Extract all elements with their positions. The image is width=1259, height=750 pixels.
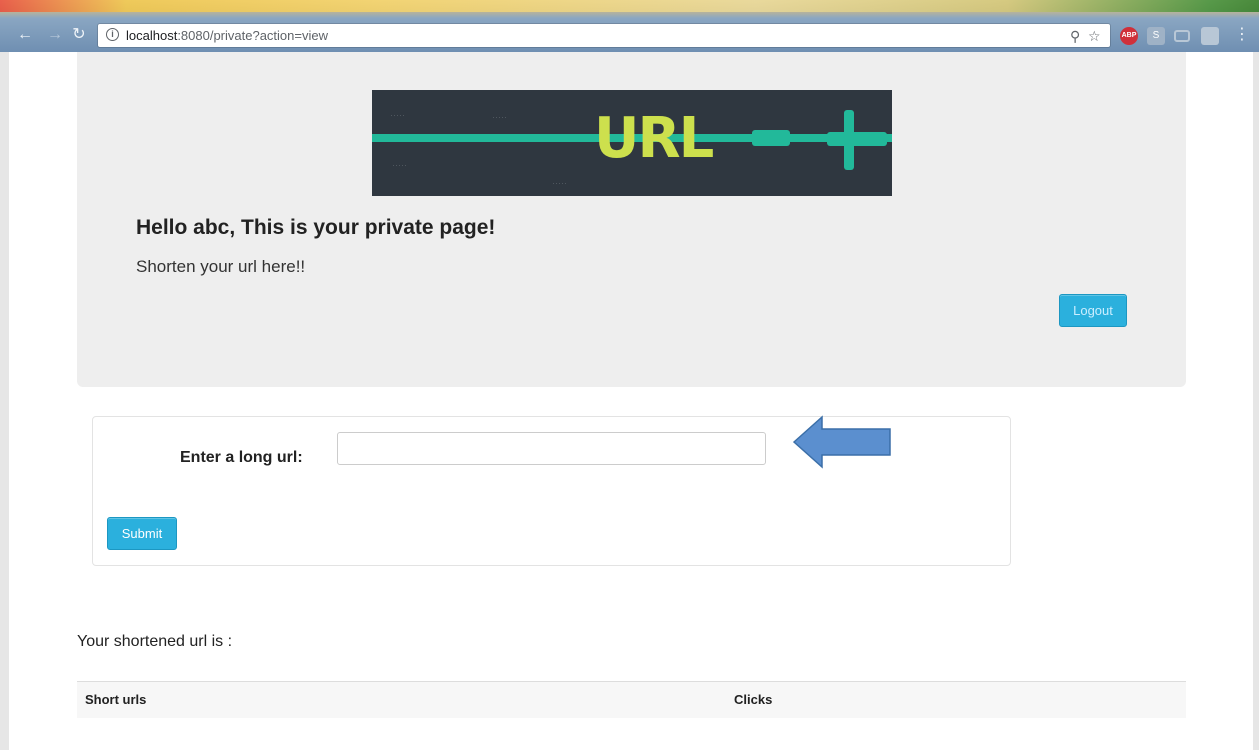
banner-word: URL — [594, 106, 714, 171]
address-url[interactable]: localhost:8080/private?action=view — [126, 28, 328, 43]
column-clicks: Clicks — [734, 692, 773, 707]
url-host: localhost — [126, 28, 178, 43]
address-bar[interactable]: i localhost:8080/private?action=view ⚲ ☆ — [98, 24, 1110, 47]
reload-icon[interactable]: ↻ — [68, 24, 90, 46]
banner-plug-post — [844, 110, 854, 170]
submit-button[interactable]: Submit — [107, 517, 177, 550]
results-table-header: Short urls Clicks — [77, 681, 1186, 718]
browser-toolbar: ← → ↻ i localhost:8080/private?action=vi… — [0, 0, 1259, 52]
forward-arrow-icon[interactable]: → — [44, 24, 66, 46]
window-edge-left — [0, 52, 9, 750]
logout-button[interactable]: Logout — [1059, 294, 1127, 327]
tab-strip — [0, 0, 1259, 12]
page-greeting: Hello abc, This is your private page! — [136, 216, 496, 239]
window-edge-right — [1253, 52, 1259, 750]
info-icon[interactable]: i — [106, 28, 119, 41]
star-icon[interactable]: ☆ — [1088, 28, 1101, 45]
key-icon[interactable]: ⚲ — [1070, 28, 1080, 45]
banner-plug-bar — [827, 132, 887, 146]
cast-icon[interactable] — [1174, 30, 1190, 42]
column-short-urls: Short urls — [85, 692, 147, 707]
left-pointing-arrow-icon — [792, 415, 891, 469]
menu-dots-icon[interactable]: ⋮ — [1234, 24, 1250, 44]
adblock-plus-icon[interactable]: ABP — [1120, 27, 1138, 45]
back-arrow-icon[interactable]: ← — [14, 24, 36, 46]
long-url-input[interactable] — [337, 432, 766, 465]
long-url-label: Enter a long url: — [180, 449, 303, 466]
page-subtitle: Shorten your url here!! — [136, 257, 306, 276]
url-path: :8080/private?action=view — [177, 28, 328, 43]
result-heading: Your shortened url is : — [77, 633, 233, 650]
skype-icon[interactable]: S — [1147, 27, 1165, 45]
extension-icon[interactable] — [1201, 27, 1219, 45]
url-banner-image: ····· ····· ····· ····· URL — [372, 90, 892, 196]
banner-cable-connector — [752, 130, 790, 146]
